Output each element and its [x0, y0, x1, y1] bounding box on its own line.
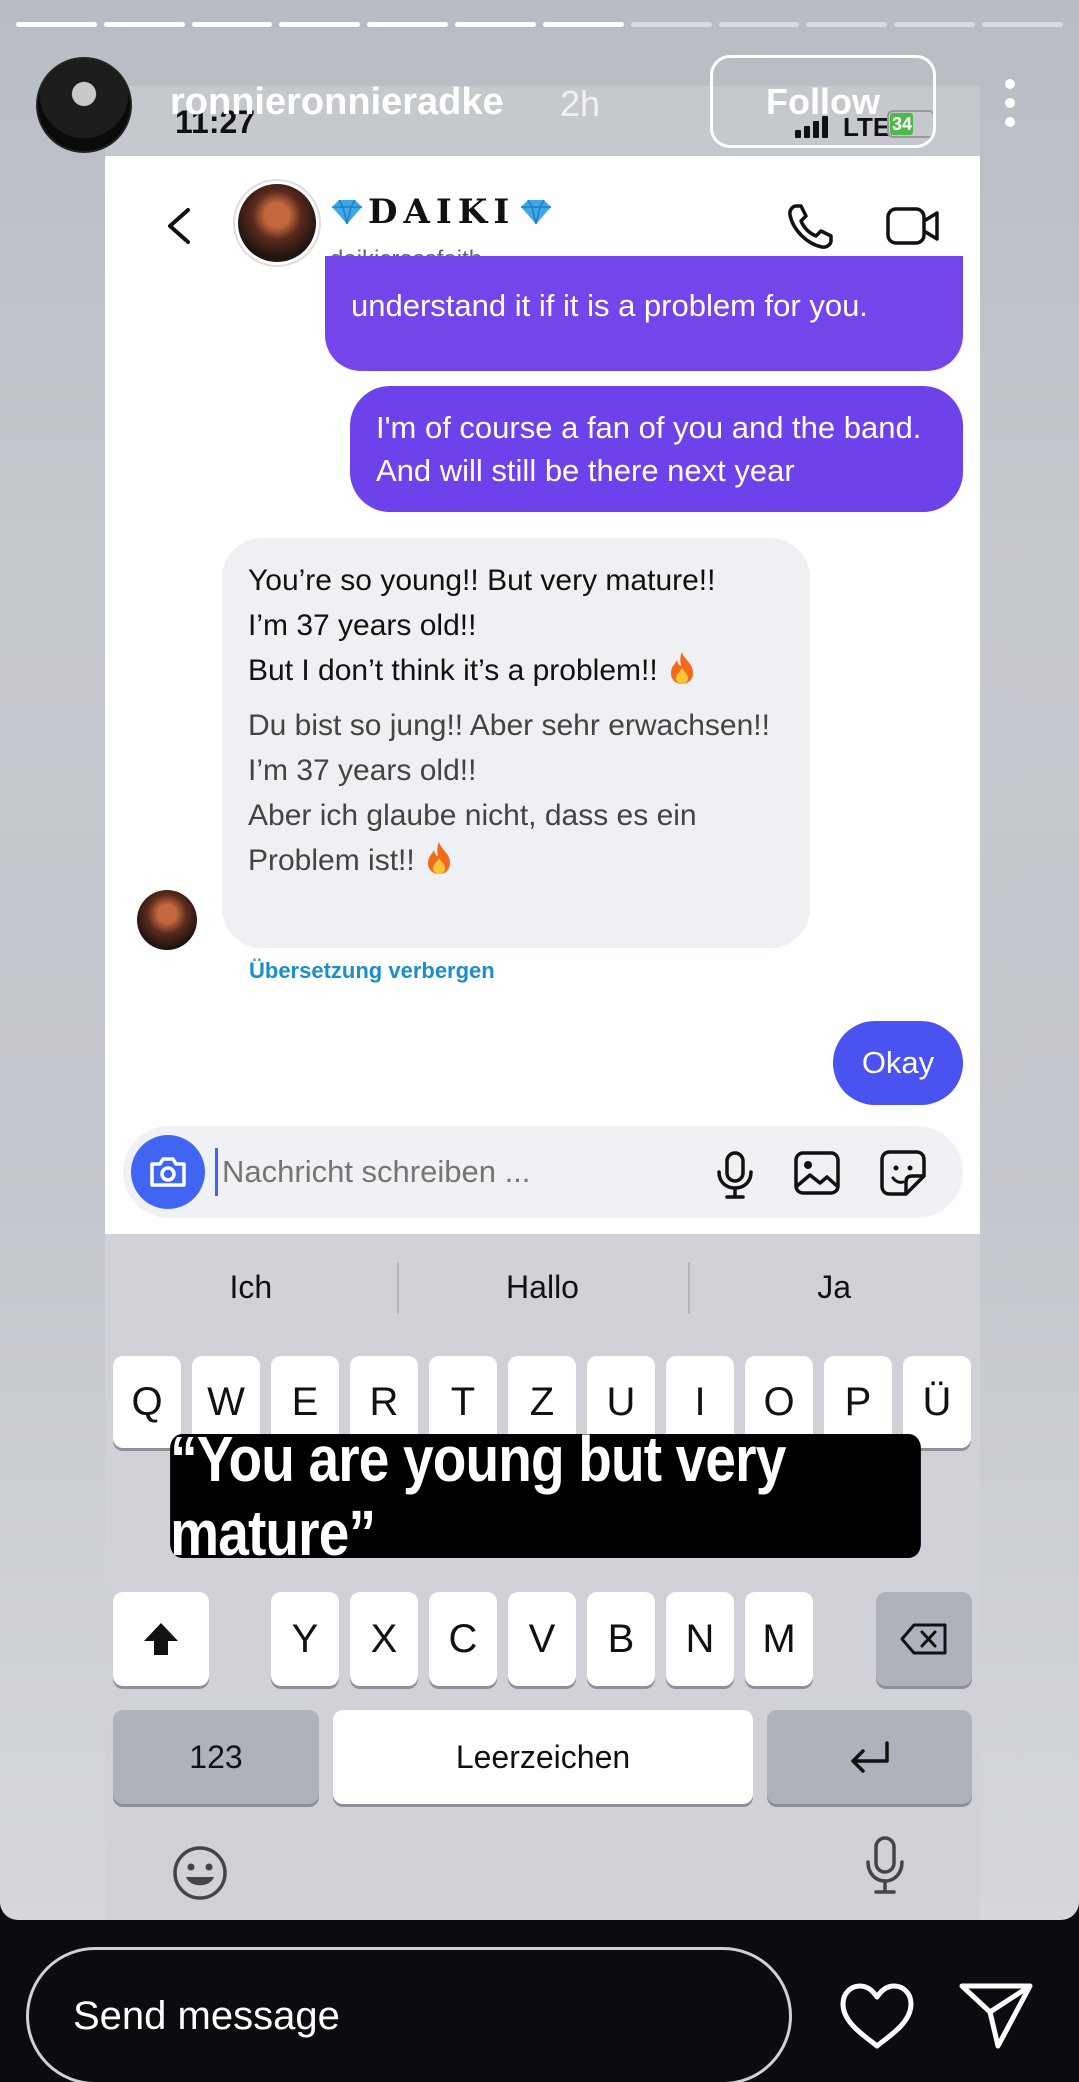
progress-segment — [542, 22, 624, 27]
progress-segment — [630, 22, 712, 27]
heart-icon[interactable] — [838, 1982, 916, 2052]
key[interactable]: V — [508, 1592, 576, 1686]
progress-segment — [279, 22, 361, 27]
translated-line: Du bist so jung!! Aber sehr erwachsen!! — [248, 709, 770, 742]
message-input[interactable] — [215, 1148, 555, 1196]
key[interactable]: M — [745, 1592, 813, 1686]
key[interactable]: N — [666, 1592, 734, 1686]
fire-icon — [428, 842, 451, 874]
progress-segment — [718, 22, 800, 27]
space-key[interactable]: Leerzeichen — [333, 1710, 753, 1804]
shift-icon — [144, 1623, 178, 1655]
outgoing-message: I'm of course a fan of you and the band.… — [350, 386, 963, 512]
message-line-with-emoji: But I don’t think it’s a problem!! — [248, 648, 784, 693]
camera-button[interactable] — [131, 1135, 205, 1209]
dm-screenshot: 11:27 LTE 34 DAIKI daikicrossfaith under… — [105, 86, 980, 1920]
story-header: ronnieronnieradke 2h Follow — [0, 55, 1079, 155]
progress-segment — [894, 22, 976, 27]
microphone-icon[interactable] — [713, 1150, 757, 1200]
backspace-key[interactable] — [876, 1592, 972, 1686]
on-screen-keyboard: Ich Hallo Ja Q W E R T Z U I O P Ü Y X C… — [105, 1234, 980, 1920]
progress-segment — [982, 22, 1063, 27]
emoji-icon[interactable] — [171, 1844, 229, 1902]
gem-icon — [332, 199, 362, 225]
more-options-icon[interactable] — [995, 75, 1025, 135]
translated-line: I’m 37 years old!! — [248, 754, 477, 787]
camera-icon — [150, 1157, 186, 1187]
progress-segment — [367, 22, 449, 27]
chat-avatar[interactable] — [238, 184, 316, 262]
message-line: But I don’t think it’s a problem!! — [248, 654, 658, 687]
gem-icon — [521, 199, 552, 225]
hide-translation-link[interactable]: Übersetzung verbergen — [249, 958, 495, 984]
phone-icon[interactable] — [785, 202, 835, 252]
outgoing-message: Okay — [833, 1021, 963, 1105]
key[interactable]: B — [587, 1592, 655, 1686]
progress-segment — [16, 22, 97, 27]
story-progress-bar — [16, 22, 1063, 27]
message-composer — [123, 1126, 963, 1218]
sticker-icon[interactable] — [878, 1148, 928, 1198]
outgoing-message: understand it if it is a problem for you… — [325, 256, 963, 371]
incoming-message: You’re so young!! But very mature!! I’m … — [222, 538, 810, 948]
key[interactable]: Y — [271, 1592, 339, 1686]
key[interactable]: X — [350, 1592, 418, 1686]
suggestion-item[interactable]: Hallo — [396, 1234, 689, 1340]
suggestion-bar: Ich Hallo Ja — [105, 1234, 980, 1340]
return-key[interactable] — [767, 1710, 972, 1804]
numbers-key[interactable]: 123 — [113, 1710, 319, 1804]
story-frame: 11:27 LTE 34 DAIKI daikicrossfaith under… — [0, 0, 1079, 1920]
suggestion-item[interactable]: Ich — [105, 1234, 397, 1340]
progress-segment — [455, 22, 536, 27]
dictation-mic-icon[interactable] — [863, 1834, 907, 1898]
back-icon[interactable] — [160, 206, 200, 246]
share-icon[interactable] — [958, 1980, 1034, 2050]
story-timestamp: 2h — [560, 83, 601, 124]
suggestion-item[interactable]: Ja — [688, 1234, 980, 1340]
backspace-icon — [900, 1623, 947, 1655]
translated-line: Aber ich glaube nicht, dass es ein Probl… — [248, 799, 697, 877]
send-message-input[interactable] — [26, 1947, 792, 2082]
chat-contact-name[interactable]: DAIKI — [330, 192, 553, 232]
shift-key[interactable] — [113, 1592, 209, 1686]
story-reply-bar — [0, 1920, 1079, 2082]
translated-line-with-emoji: Aber ich glaube nicht, dass es ein Probl… — [248, 793, 784, 883]
key[interactable]: C — [429, 1592, 497, 1686]
fire-icon — [671, 652, 694, 684]
story-author-avatar[interactable] — [36, 57, 132, 153]
message-line: I’m 37 years old!! — [248, 609, 477, 642]
message-line: You’re so young!! But very mature!! — [248, 564, 716, 597]
progress-segment — [806, 22, 888, 27]
contact-name-text: DAIKI — [368, 192, 516, 232]
sender-avatar[interactable] — [137, 890, 197, 950]
video-call-icon[interactable] — [885, 204, 941, 248]
follow-button[interactable]: Follow — [710, 55, 936, 148]
progress-segment — [103, 22, 185, 27]
return-icon — [850, 1741, 889, 1773]
gallery-icon[interactable] — [793, 1150, 841, 1196]
story-caption: “You are young but very mature” — [170, 1423, 921, 1569]
progress-segment — [191, 22, 273, 27]
story-author-username[interactable]: ronnieronnieradke — [170, 81, 504, 124]
